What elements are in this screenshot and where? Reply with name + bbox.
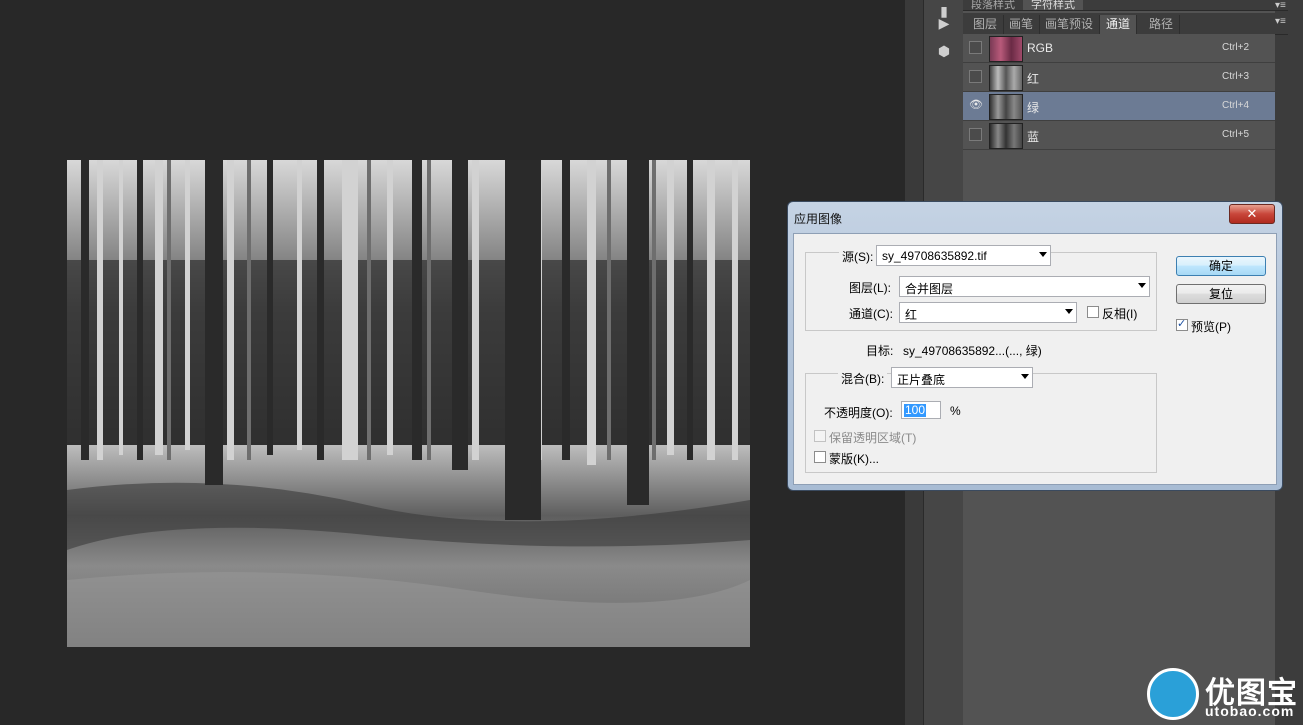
reset-button[interactable]: 复位 [1176,284,1266,304]
tab-brush[interactable]: 画笔 [1003,15,1041,34]
opacity-label: 不透明度(O): [824,406,893,420]
blend-value: 正片叠底 [897,373,946,387]
tab-paragraph-styles[interactable]: 段落样式 [963,0,1023,10]
visibility-toggle[interactable] [969,70,982,83]
blend-mode-select[interactable]: 正片叠底 [891,367,1033,388]
blend-label: 混合(B): [838,370,888,387]
opacity-unit: % [950,404,961,418]
chevron-down-icon [1138,283,1146,288]
channel-row-green[interactable]: 👁 绿 Ctrl+4 [963,92,1275,121]
mask-checkbox[interactable] [814,451,826,463]
channel-thumbnail [989,36,1023,62]
play-action-icon[interactable]: ▶ [932,12,956,34]
channel-shortcut: Ctrl+5 [1222,129,1249,140]
channel-name: RGB [1027,41,1054,55]
preserve-transparency-label: 保留透明区域(T) [829,431,917,445]
channel-label: 通道(C): [849,307,893,321]
top-panel-menu-icon[interactable]: ▾≡ [1275,0,1286,11]
preview-label: 预览(P) [1191,320,1231,334]
opacity-input[interactable]: 100 [901,401,941,419]
layer-value: 合并图层 [905,282,954,296]
dialog-title: 应用图像 [794,212,843,226]
forest-photo [67,160,750,647]
source-label: 源(S): [839,248,877,265]
dialog-client-area: 源(S): sy_49708635892.tif 图层(L): 合并图层 通道(… [793,233,1277,485]
channel-name: 蓝 [1027,130,1040,144]
chevron-down-icon [1039,252,1047,257]
chevron-down-icon [1065,309,1073,314]
channel-shortcut: Ctrl+2 [1222,42,1249,53]
top-panel-tabs: 段落样式 字符样式 [963,0,1288,11]
target-label: 目标: [866,344,894,358]
channel-shortcut: Ctrl+3 [1222,71,1249,82]
channel-row-rgb[interactable]: RGB Ctrl+2 [963,34,1275,63]
panel-tabs: 图层 画笔 画笔预设 通道 路径 [963,13,1288,35]
source-value: sy_49708635892.tif [882,249,987,263]
layer-select[interactable]: 合并图层 [899,276,1150,297]
close-button[interactable]: ✕ [1229,204,1275,224]
channel-name: 红 [1027,72,1040,86]
channel-value: 红 [905,308,918,322]
ok-button[interactable]: 确定 [1176,256,1266,276]
target-value: sy_49708635892...(..., 绿) [903,344,1042,358]
layer-label: 图层(L): [849,281,892,295]
channel-thumbnail [989,94,1023,120]
invert-checkbox[interactable] [1087,306,1099,318]
document-canvas-image[interactable] [67,160,750,647]
channel-thumbnail [989,123,1023,149]
chevron-down-icon [1021,374,1029,379]
invert-label: 反相(I) [1102,307,1138,321]
visibility-toggle[interactable] [969,41,982,54]
preserve-transparency-checkbox[interactable] [814,430,826,442]
source-select[interactable]: sy_49708635892.tif [876,245,1051,266]
3d-cube-icon[interactable]: ⬢ [932,40,956,62]
tab-paths[interactable]: 路径 [1143,15,1181,34]
channel-thumbnail [989,65,1023,91]
channel-select[interactable]: 红 [899,302,1077,323]
mask-label: 蒙版(K)... [829,452,879,466]
tab-channels[interactable]: 通道 [1100,15,1138,34]
preview-checkbox[interactable] [1176,317,1188,331]
channel-name: 绿 [1027,101,1040,115]
visibility-toggle[interactable] [969,128,982,141]
channel-row-blue[interactable]: 蓝 Ctrl+5 [963,121,1275,150]
watermark-url: utobao.com [1205,703,1295,719]
tab-brush-presets[interactable]: 画笔预设 [1039,15,1101,34]
opacity-value: 100 [904,403,927,417]
tab-layers[interactable]: 图层 [967,15,1005,34]
channel-row-red[interactable]: 红 Ctrl+3 [963,63,1275,92]
channel-shortcut: Ctrl+4 [1222,100,1249,111]
tab-character-styles[interactable]: 字符样式 [1023,0,1083,10]
panel-menu-icon[interactable]: ▾≡ [1275,16,1286,27]
apply-image-dialog: 应用图像 ✕ 源(S): sy_49708635892.tif 图层(L): 合… [787,201,1283,491]
bird-logo-icon [1147,668,1199,720]
eye-icon[interactable]: 👁 [969,99,983,112]
